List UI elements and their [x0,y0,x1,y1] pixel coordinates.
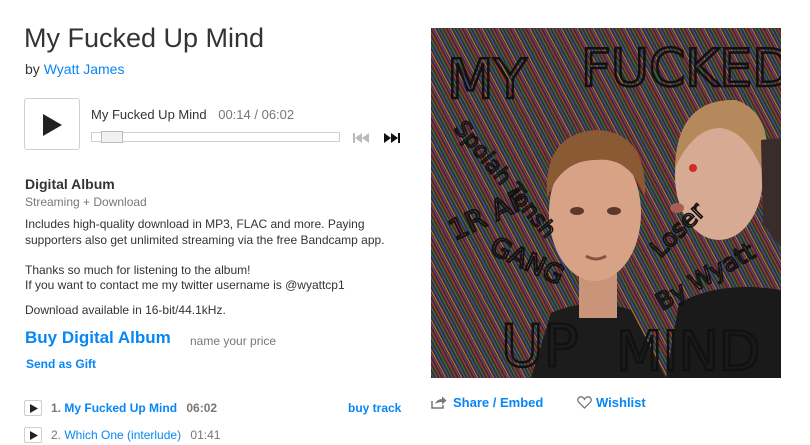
wishlist-label: Wishlist [596,395,646,410]
buy-track-link[interactable]: buy track [348,401,401,415]
package-title: Digital Album [25,176,115,192]
progress-bar[interactable] [91,131,340,143]
package-description: supporters also get unlimited streaming … [25,233,385,247]
play-button[interactable] [24,98,80,150]
track-duration: 01:41 [190,428,221,442]
track-number: 2. [51,428,62,442]
artist-note: Thanks so much for listening to the albu… [25,263,251,277]
track-play-button[interactable] [24,400,42,416]
price-note: name your price [190,334,277,348]
now-playing-title: My Fucked Up Mind [91,107,207,122]
share-embed-button[interactable]: Share / Embed [431,395,543,410]
share-icon [431,396,447,409]
track-play-button[interactable] [24,427,42,443]
wishlist-button[interactable]: Wishlist [577,395,646,410]
share-label: Share / Embed [453,395,544,410]
track-title-link[interactable]: My Fucked Up Mind [64,401,177,415]
album-title: My Fucked Up Mind [24,23,265,53]
now-playing-time: 00:14 / 06:02 [218,107,295,122]
send-as-gift-link[interactable]: Send as Gift [26,357,96,371]
buy-digital-album-button[interactable]: Buy Digital Album [25,328,171,348]
cover-text: UP [501,312,578,378]
download-info: Download available in 16-bit/44.1kHz. [25,303,226,317]
progress-handle[interactable] [101,131,123,143]
track-row: 2. Which One (interlude) 01:41 [51,428,220,442]
by-prefix: by [25,61,40,77]
next-track-button[interactable] [382,131,402,145]
cover-text: FUCKED [581,39,781,99]
now-playing: My Fucked Up Mind 00:14 / 06:02 [91,107,294,122]
package-subtitle: Streaming + Download [25,195,147,209]
next-track-icon [384,133,400,143]
package-description: Includes high-quality download in MP3, F… [25,217,365,231]
heart-icon [577,396,592,409]
play-icon [30,431,38,440]
play-icon [43,114,62,136]
play-icon [30,404,38,413]
artist-link[interactable]: Wyatt James [44,61,125,77]
cover-text: MIND [616,320,761,378]
track-title-link[interactable]: Which One (interlude) [64,428,181,442]
cover-text: MY [447,48,528,111]
artist-note: If you want to contact me my twitter use… [25,278,345,292]
byline: by Wyatt James [25,61,124,77]
track-row: 1. My Fucked Up Mind 06:02 [51,401,217,415]
previous-track-icon [353,133,369,143]
track-duration: 06:02 [186,401,218,415]
album-cover-art[interactable]: MY FUCKED UP MIND Spoiah Tonsh 1R AF GAN… [431,28,781,378]
track-number: 1. [51,401,62,415]
previous-track-button[interactable] [352,131,372,145]
